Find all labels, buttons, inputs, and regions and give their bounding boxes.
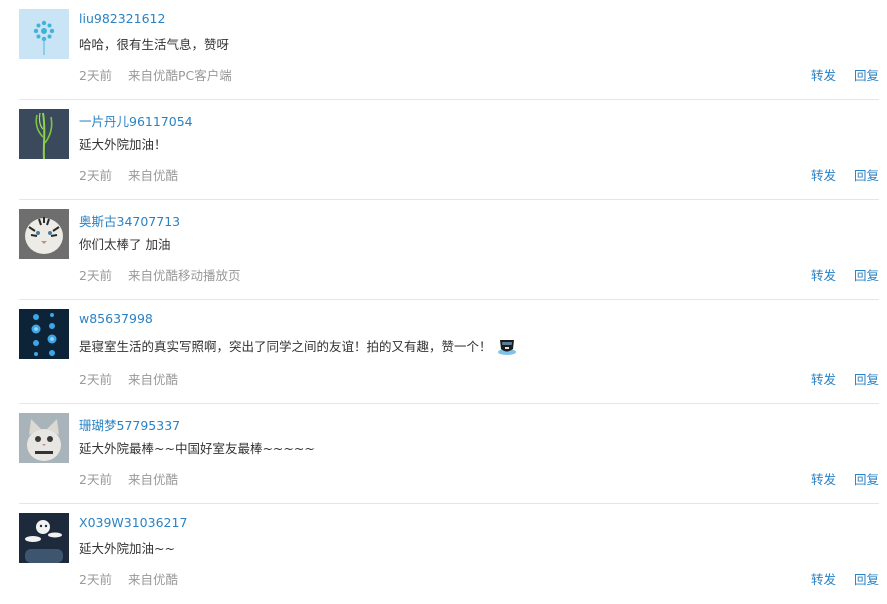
- comment-source: 来自优酷: [127, 572, 178, 587]
- moon-cloud-avatar-icon[interactable]: [19, 513, 69, 563]
- comment-text-content: 延大外院加油！: [79, 137, 167, 152]
- forward-button[interactable]: 转发: [811, 472, 836, 487]
- comment-text-content: 延大外院加油~~: [79, 541, 175, 556]
- comment-text-content: 延大外院最棒~~中国好室友最棒~~~~~: [79, 441, 315, 456]
- plant-stem-avatar-icon[interactable]: [19, 109, 69, 159]
- forward-button[interactable]: 转发: [811, 168, 836, 183]
- comment-time: 2天前: [79, 68, 112, 83]
- comment-text: 延大外院加油~~: [79, 538, 175, 557]
- comment-actions: 转发 回复: [811, 369, 879, 388]
- comment-meta: 2天前 来自优酷PC客户端: [79, 65, 232, 84]
- white-tiger-avatar-icon[interactable]: [19, 209, 69, 259]
- comment-text: 是寝室生活的真实写照啊，突出了同学之间的友谊！拍的又有趣，赞一个！: [79, 334, 518, 356]
- comment-text-content: 是寝室生活的真实写照啊，突出了同学之间的友谊！拍的又有趣，赞一个！: [79, 338, 492, 354]
- reply-button[interactable]: 回复: [854, 168, 879, 183]
- comment-meta: 2天前 来自优酷移动播放页: [79, 265, 240, 284]
- comment-source: 来自优酷移动播放页: [127, 268, 241, 283]
- comment-item: 珊瑚梦57795337 延大外院最棒~~中国好室友最棒~~~~~ 2天前 来自优酷…: [0, 404, 887, 504]
- blue-dots-avatar-icon[interactable]: [19, 309, 69, 359]
- comment-time: 2天前: [79, 472, 112, 487]
- comment-source: 来自优酷: [127, 168, 178, 183]
- cool-face-emoji-icon: [496, 334, 518, 356]
- forward-button[interactable]: 转发: [811, 268, 836, 283]
- comment-item: w85637998 是寝室生活的真实写照啊，突出了同学之间的友谊！拍的又有趣，赞…: [0, 300, 887, 404]
- comment-list: liu982321612 哈哈，很有生活气息，赞呀 2天前 来自优酷PC客户端 转…: [0, 0, 887, 604]
- comment-text: 你们太棒了 加油: [79, 234, 170, 253]
- comment-source: 来自优酷: [127, 472, 178, 487]
- comment-username[interactable]: 珊瑚梦57795337: [79, 415, 180, 434]
- comment-meta: 2天前 来自优酷: [79, 569, 178, 588]
- comment-source: 来自优酷: [127, 372, 178, 387]
- comment-item: 奥斯古34707713 你们太棒了 加油 2天前 来自优酷移动播放页 转发 回复: [0, 200, 887, 300]
- comment-username[interactable]: 奥斯古34707713: [79, 211, 180, 230]
- comment-text: 哈哈，很有生活气息，赞呀: [79, 34, 229, 53]
- comment-actions: 转发 回复: [811, 265, 879, 284]
- comment-item: liu982321612 哈哈，很有生活气息，赞呀 2天前 来自优酷PC客户端 转…: [0, 0, 887, 100]
- comment-text: 延大外院加油！: [79, 134, 167, 153]
- comment-item: X039W31036217 延大外院加油~~ 2天前 来自优酷 转发 回复: [0, 504, 887, 604]
- reply-button[interactable]: 回复: [854, 268, 879, 283]
- comment-time: 2天前: [79, 168, 112, 183]
- reply-button[interactable]: 回复: [854, 472, 879, 487]
- reply-button[interactable]: 回复: [854, 572, 879, 587]
- comment-time: 2天前: [79, 372, 112, 387]
- comment-username[interactable]: w85637998: [79, 311, 153, 326]
- comment-actions: 转发 回复: [811, 469, 879, 488]
- forward-button[interactable]: 转发: [811, 372, 836, 387]
- dandelion-avatar-icon[interactable]: [19, 9, 69, 59]
- comment-meta: 2天前 来自优酷: [79, 369, 178, 388]
- comment-meta: 2天前 来自优酷: [79, 469, 178, 488]
- comment-time: 2天前: [79, 268, 112, 283]
- comment-item: 一片丹儿96117054 延大外院加油！ 2天前 来自优酷 转发 回复: [0, 100, 887, 200]
- comment-username[interactable]: 一片丹儿96117054: [79, 111, 193, 130]
- comment-text: 延大外院最棒~~中国好室友最棒~~~~~: [79, 438, 315, 457]
- reply-button[interactable]: 回复: [854, 68, 879, 83]
- comment-meta: 2天前 来自优酷: [79, 165, 178, 184]
- reply-button[interactable]: 回复: [854, 372, 879, 387]
- comment-time: 2天前: [79, 572, 112, 587]
- comment-actions: 转发 回复: [811, 65, 879, 84]
- comment-source: 来自优酷PC客户端: [127, 68, 232, 83]
- forward-button[interactable]: 转发: [811, 68, 836, 83]
- comment-actions: 转发 回复: [811, 569, 879, 588]
- comment-actions: 转发 回复: [811, 165, 879, 184]
- comment-username[interactable]: X039W31036217: [79, 515, 187, 530]
- comment-text-content: 哈哈，很有生活气息，赞呀: [79, 37, 230, 52]
- comment-username[interactable]: liu982321612: [79, 11, 165, 26]
- comment-text-content: 你们太棒了 加油: [79, 237, 171, 252]
- forward-button[interactable]: 转发: [811, 572, 836, 587]
- cat-avatar-icon[interactable]: [19, 413, 69, 463]
